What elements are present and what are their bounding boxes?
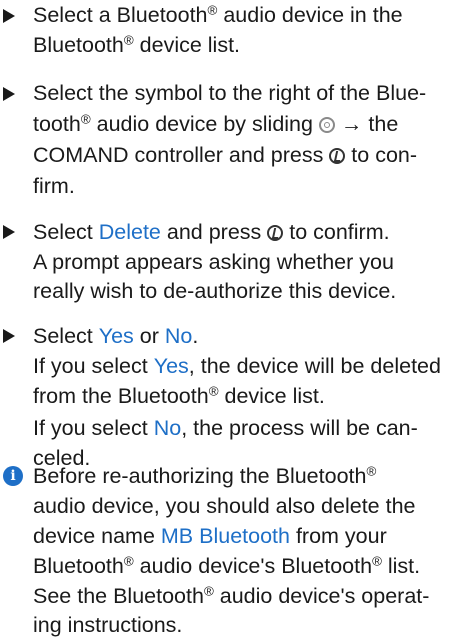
- no-option: No: [164, 324, 193, 348]
- step-2-line-1: Select the symbol to the right of the Bl…: [33, 81, 427, 105]
- note-line-2: audio device, you should also delete the: [33, 494, 416, 518]
- step-arrow-icon: [3, 225, 15, 239]
- step-3-line-3: really wish to de-authorize this device.: [33, 279, 397, 303]
- info-icon: i: [3, 466, 23, 486]
- step-arrow-icon: [3, 9, 15, 23]
- note-line-6: ing instructions.: [33, 613, 183, 637]
- controller-slide-icon: [318, 117, 335, 133]
- delete-option: Delete: [98, 220, 161, 244]
- step-2-line-2: tooth® audio device by sliding → the: [33, 111, 399, 136]
- instruction-page: Select a Bluetooth® audio device in the …: [0, 0, 461, 636]
- yes-option: Yes: [153, 354, 189, 378]
- step-4-line-3: from the Bluetooth® device list.: [33, 383, 325, 408]
- note-line-3: device name MB Bluetooth from your: [33, 524, 387, 548]
- note-line-1: Before re-authorizing the Bluetooth®: [33, 463, 377, 488]
- step-3-line-2: A prompt appears asking whether you: [33, 250, 394, 274]
- controller-press-icon: [329, 148, 346, 164]
- device-name-label: MB Bluetooth: [160, 524, 290, 548]
- step-4-line-2: If you select Yes, the device will be de…: [33, 354, 441, 378]
- step-3-line-1: Select Delete and press to confirm.: [33, 220, 390, 244]
- step-4-line-1: Select Yes or No.: [33, 324, 199, 348]
- step-arrow-icon: [3, 329, 15, 343]
- no-option: No: [153, 416, 182, 440]
- step-4-line-4: If you select No, the process will be ca…: [33, 416, 418, 440]
- step-1-line-2: Bluetooth® device list.: [33, 32, 241, 57]
- step-2-line-3: COMAND controller and press to con-: [33, 143, 418, 167]
- note-line-5: See the Bluetooth® audio device's operat…: [33, 583, 430, 608]
- note-line-4: Bluetooth® audio device's Bluetooth® lis…: [33, 553, 421, 578]
- yes-option: Yes: [98, 324, 134, 348]
- step-2-line-4: firm.: [33, 174, 75, 198]
- step-arrow-icon: [3, 87, 15, 101]
- controller-press-icon: [267, 225, 284, 241]
- step-1-line-1: Select a Bluetooth® audio device in the: [33, 2, 403, 27]
